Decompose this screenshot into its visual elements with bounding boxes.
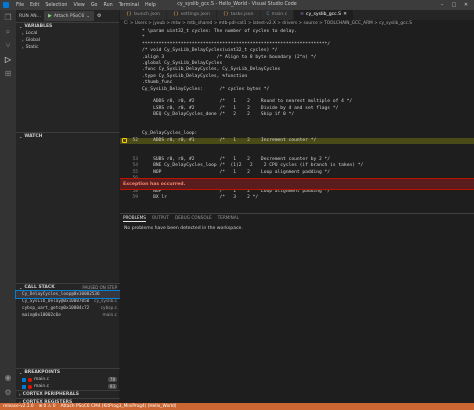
menu-run[interactable]: Run [100, 3, 115, 8]
chevron-right-icon: › [19, 392, 21, 397]
current-execution-line[interactable]: 52 ADDS r0, r0, #1 /* 1 2 Increment coun… [120, 137, 474, 145]
launch-config-label: Attach PSoC6 [53, 13, 85, 19]
breakpoint-enabled-checkbox[interactable] [22, 384, 26, 389]
chevron-down-icon: ⌄ [86, 13, 90, 19]
tab-cy-syslib-gcc-s[interactable]: ≡ cy_syslib_gcc.S ✕ [294, 10, 354, 20]
account-icon[interactable]: ◉ [3, 373, 13, 383]
chevron-right-icon: › [22, 45, 24, 50]
tab-launch-json[interactable]: {} launch.json [120, 10, 167, 20]
chevron-down-icon: ⌄ [19, 370, 23, 375]
variables-scope-static[interactable]: › Static [16, 44, 119, 51]
status-bar: release-v2.1.0 ⊗ 0 ⚠ 0 Attach PSoC6 CM4 … [0, 403, 474, 410]
variables-scope-global[interactable]: › Global [16, 37, 119, 44]
breakpoint-item[interactable]: main.c 93 [16, 383, 120, 390]
debug-sidebar: RUN AN... ▶ Attach PSoC6 ⌄ ⚙ ⌄ VARIABLES… [15, 10, 121, 405]
launch-config-select[interactable]: ▶ Attach PSoC6 ⌄ [43, 11, 94, 21]
breakpoint-line: 93 [107, 384, 117, 389]
code-text: ADDS r0, r0, #1 /* 1 2 Increment counter… [142, 137, 317, 143]
problems-status[interactable]: ⊗ 0 ⚠ 0 [39, 404, 56, 409]
title-bar: File Edit Selection View Go Run Terminal… [0, 0, 474, 10]
gear-icon[interactable]: ⚙ [3, 388, 13, 398]
panel-tab-debug-console[interactable]: DEBUG CONSOLE [175, 214, 212, 222]
menu-edit[interactable]: Edit [27, 3, 42, 8]
chevron-down-icon: ⌄ [19, 24, 23, 29]
exception-message: Exception has occurred. [123, 182, 186, 187]
launch-settings-gear-icon[interactable]: ⚙ [97, 13, 101, 19]
c-file-icon: C [266, 12, 270, 17]
menu-view[interactable]: View [70, 3, 87, 8]
code-text: BX lr /* 3 2 */ [142, 195, 259, 201]
explorer-icon[interactable]: ❐ [3, 13, 13, 23]
menu-selection[interactable]: Selection [42, 3, 70, 8]
debug-toolbar: RUN AN... ▶ Attach PSoC6 ⌄ ⚙ [16, 10, 119, 22]
debug-status[interactable]: Attach PSoC6 CM4 (KitProg3_MiniProg4) (H… [61, 404, 177, 409]
chevron-down-icon: ⌄ [19, 285, 23, 290]
start-debug-icon[interactable]: ▶ [48, 13, 52, 19]
breakpoint-item[interactable]: main.c 78 [16, 376, 120, 383]
maximize-button[interactable]: □ [448, 0, 460, 10]
stack-frame[interactable]: main@0x10002c6e main.c [16, 312, 120, 319]
extensions-icon[interactable]: ⊞ [3, 69, 13, 79]
stack-frame[interactable]: Cy_SysLib_Delay@0x10007050 cy_syslib.c [16, 298, 120, 305]
json-file-icon: {} [222, 12, 229, 17]
exception-widget: Exception has occurred. [120, 178, 474, 190]
variables-scope-local[interactable]: › Local [16, 30, 119, 37]
editor-tabs: {} launch.json {} settings.json {} tasks.js… [120, 10, 474, 20]
search-icon[interactable]: ⌕ [3, 27, 13, 37]
current-line-marker-icon [122, 138, 127, 144]
menu-file[interactable]: File [13, 3, 27, 8]
chevron-down-icon: ⌄ [19, 134, 23, 139]
breakpoint-enabled-checkbox[interactable] [22, 377, 26, 382]
cortex-peripherals-header[interactable]: › CORTEX PERIPHERALS [16, 390, 120, 398]
source-control-icon[interactable]: ⑂ [3, 41, 13, 51]
panel-tab-problems[interactable]: PROBLEMS [123, 214, 146, 222]
asm-file-icon: ≡ [300, 12, 304, 17]
panel-tab-terminal[interactable]: TERMINAL [218, 214, 239, 222]
breakpoint-dot-icon [28, 377, 32, 382]
tab-settings-json[interactable]: {} settings.json [166, 10, 217, 20]
variables-header[interactable]: ⌄ VARIABLES [16, 22, 119, 30]
breakpoint-line: 78 [107, 377, 117, 382]
panel-tab-output[interactable]: OUTPUT [152, 214, 169, 222]
vscode-logo-icon [3, 2, 9, 8]
run-debug-icon[interactable]: ▷ [3, 55, 13, 65]
menu-terminal[interactable]: Terminal [116, 3, 142, 8]
breakpoint-dot-icon [28, 384, 32, 389]
chevron-right-icon: › [22, 38, 24, 43]
json-file-icon: {} [172, 12, 179, 17]
call-stack-state: PAUSED ON STEP [82, 285, 117, 290]
watch-header[interactable]: ⌄ WATCH [16, 132, 120, 140]
activity-bar: ❐ ⌕ ⑂ ▷ ⊞ ◉ ⚙ [0, 10, 16, 403]
menu-help[interactable]: Help [142, 3, 159, 8]
chevron-right-icon: › [22, 31, 24, 36]
json-file-icon: {} [126, 12, 132, 17]
tab-main-c[interactable]: Cmain.c [260, 10, 295, 20]
menu-go[interactable]: Go [88, 3, 101, 8]
breakpoints-header[interactable]: ⌄ BREAKPOINTS [16, 368, 120, 376]
branch-status[interactable]: release-v2.1.0 [3, 404, 34, 409]
call-stack-header[interactable]: ⌄ CALL STACK PAUSED ON STEP [16, 283, 120, 291]
bottom-panel: PROBLEMS OUTPUT DEBUG CONSOLE TERMINAL N… [120, 213, 474, 403]
close-button[interactable]: ✕ [460, 0, 472, 10]
stack-frame[interactable]: cybsp_uart_getc@0x10004c72 cybsp.c [16, 305, 120, 312]
line-number: 59 [132, 195, 138, 201]
menu-bar: File Edit Selection View Go Run Terminal… [13, 3, 159, 8]
code-line[interactable]: 59 BX lr /* 3 2 */ [120, 195, 474, 201]
run-view-title: RUN AN... [19, 13, 41, 19]
problems-message: No problems have been detected in the wo… [124, 226, 243, 231]
breadcrumb[interactable]: C: > Users > jyoub > mtw > mtb_shared > … [120, 20, 474, 27]
minimize-button[interactable]: – [436, 0, 448, 10]
tab-tasks-json[interactable]: {} tasks.json [216, 10, 261, 20]
close-icon[interactable]: ✕ [343, 10, 347, 20]
stack-frame[interactable]: Cy_DelayCycles_loop@0x10002536 [15, 290, 121, 299]
